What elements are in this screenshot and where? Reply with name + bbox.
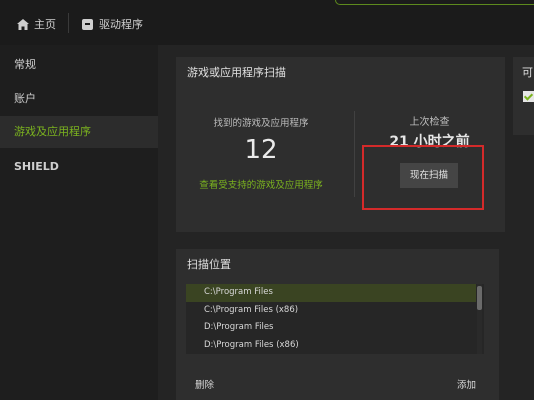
nav-home-label: 主页 bbox=[34, 18, 56, 31]
drivers-icon bbox=[82, 18, 93, 30]
remove-button[interactable]: 删除 bbox=[195, 377, 214, 391]
scan-locations-panel: 扫描位置 C:\Program Files C:\Program Files (… bbox=[176, 249, 499, 400]
home-icon bbox=[17, 18, 29, 30]
locations-panel-title: 扫描位置 bbox=[187, 258, 231, 271]
right-panel: 可 bbox=[513, 57, 534, 135]
sidebar-item-label: 常规 bbox=[14, 58, 36, 71]
nav-home[interactable]: 主页 bbox=[17, 16, 56, 32]
found-count: 12 bbox=[244, 135, 278, 165]
list-item[interactable]: C:\Program Files bbox=[186, 284, 476, 302]
highlight-box bbox=[362, 145, 484, 210]
sidebar-item-account[interactable]: 账户 bbox=[0, 83, 158, 115]
nav-drivers[interactable]: 驱动程序 bbox=[82, 16, 143, 32]
nav-drivers-label: 驱动程序 bbox=[99, 18, 143, 31]
sidebar-item-label: 游戏及应用程序 bbox=[14, 125, 91, 138]
scrollbar-thumb[interactable] bbox=[477, 286, 482, 310]
sidebar-item-label: 账户 bbox=[14, 92, 36, 105]
sidebar-item-games-apps[interactable]: 游戏及应用程序 bbox=[0, 116, 158, 148]
top-navigation-bar: 主页 驱动程序 bbox=[0, 0, 534, 45]
list-item[interactable]: C:\Program Files (x86) bbox=[186, 302, 476, 320]
sidebar-item-general[interactable]: 常规 bbox=[0, 49, 158, 81]
scan-location-list: C:\Program Files C:\Program Files (x86) … bbox=[186, 284, 484, 354]
sidebar-item-shield[interactable]: SHIELD bbox=[0, 151, 158, 183]
supported-games-link[interactable]: 查看受支持的游戏及应用程序 bbox=[176, 177, 346, 191]
last-scan-label: 上次检查 bbox=[409, 117, 450, 128]
found-label: 找到的游戏及应用程序 bbox=[213, 118, 309, 129]
list-item[interactable]: D:\Program Files bbox=[186, 319, 476, 337]
add-button[interactable]: 添加 bbox=[457, 377, 476, 391]
settings-sidebar: 常规 账户 游戏及应用程序 SHIELD bbox=[0, 45, 158, 400]
tab-accent-border bbox=[335, 0, 534, 5]
sidebar-item-label: SHIELD bbox=[14, 160, 59, 173]
right-panel-title: 可 bbox=[522, 66, 533, 79]
enabled-checkbox[interactable] bbox=[523, 91, 534, 102]
scan-panel-title: 游戏或应用程序扫描 bbox=[187, 66, 286, 79]
nav-divider bbox=[68, 13, 69, 33]
list-item[interactable]: D:\Program Files (x86) bbox=[186, 337, 476, 355]
list-scrollbar[interactable] bbox=[477, 284, 482, 354]
